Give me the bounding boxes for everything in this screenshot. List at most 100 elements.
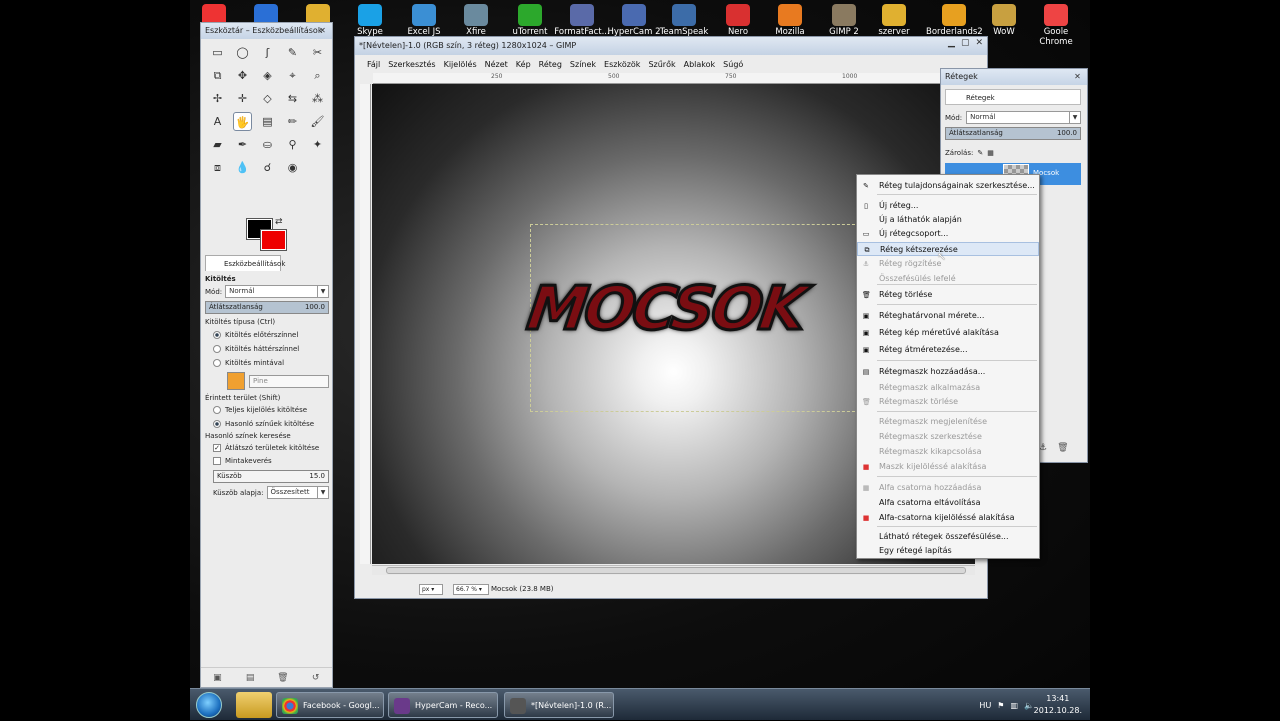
minimize-icon[interactable]: ▁ [948,38,955,48]
desktop-shortcut-icon[interactable]: Borderlands2 [926,0,983,37]
context-menu-item[interactable]: ▯ Új réteg... [857,199,1039,213]
taskbar-window-chrome[interactable]: Facebook - Googl... [276,692,384,718]
context-menu-item[interactable]: ▤ Rétegmaszk hozzáadása... [857,365,1039,379]
tool-button-icon[interactable]: ʃ [258,43,277,62]
delete-options-icon[interactable]: 🗑 [277,672,289,684]
desktop-shortcut-icon[interactable]: Nero [710,0,766,37]
context-menu-item[interactable]: ▣ Réteg átméretezése... [857,343,1039,357]
menu-item[interactable]: Nézet [481,57,512,73]
close-icon[interactable]: ✕ [317,25,328,36]
close-icon[interactable]: ✕ [1072,71,1083,82]
tool-button-icon[interactable] [308,158,327,177]
tool-button-icon[interactable]: ✏ [283,112,302,131]
reset-options-icon[interactable]: ↺ [310,672,322,684]
tool-button-icon[interactable]: ⚲ [283,135,302,154]
trash-icon[interactable]: 🗑 [1057,443,1068,453]
volume-icon[interactable]: 🔈 [1024,701,1034,710]
tool-button-icon[interactable]: ▰ [208,135,227,154]
tool-button-icon[interactable]: ⇆ [283,89,302,108]
menu-item[interactable]: Réteg [535,57,566,73]
context-menu-item[interactable]: Új a láthatók alapján [857,213,1039,227]
opacity-slider[interactable]: Átlátszatlanság 100.0 [205,301,329,314]
context-menu-item[interactable]: ▣ Réteg kép méretűvé alakítása [857,326,1039,340]
menu-item[interactable]: Kijelölés [440,57,481,73]
menu-item[interactable]: Eszközök [600,57,644,73]
menu-item[interactable]: Színek [566,57,600,73]
anchor-icon[interactable]: ⚓ [1039,443,1047,453]
fill-transparent-checkbox[interactable]: ✓ Átlátszó területek kitöltése [205,441,329,454]
desktop-shortcut-icon[interactable]: Goole Chrome [1028,0,1084,47]
desktop-shortcut-icon[interactable]: Excel JS [396,0,452,37]
taskbar-window-hypercam[interactable]: HyperCam - Reco... [388,692,498,718]
context-menu-item[interactable]: ■ Alfa-csatorna kijelöléssé alakítása [857,511,1039,525]
tool-button-icon[interactable]: ⌕ [308,66,327,85]
clock[interactable]: 13:41 2012.10.28. [1034,693,1082,717]
restore-options-icon[interactable]: ▤ [244,672,256,684]
tool-button-icon[interactable]: ◈ [258,66,277,85]
explorer-icon[interactable] [236,692,272,718]
tab-layers[interactable]: Rétegek [945,89,1081,105]
desktop-shortcut-icon[interactable]: uTorrent [502,0,558,37]
mode-select[interactable]: Normál ▼ [225,285,329,298]
tab-tool-options[interactable]: Eszközbeállítások [205,255,285,271]
affected-all-radio[interactable]: Teljes kijelölés kitöltése [205,403,329,417]
tool-button-icon[interactable]: ⧉ [208,66,227,85]
tool-button-icon[interactable]: ✢ [208,89,227,108]
maximize-icon[interactable]: ▢ [961,38,970,48]
zoom-select[interactable]: 66.7 % ▾ [453,584,489,595]
tool-button-icon[interactable]: ✒ [233,135,252,154]
fill-fg-radio[interactable]: Kitöltés előtérszínnel [205,328,329,342]
layers-mode-select[interactable]: Normál ▼ [966,111,1081,124]
threshold-basis-select[interactable]: Összesített ▼ [266,486,329,499]
fill-bg-radio[interactable]: Kitöltés háttérszínnel [205,342,329,356]
close-icon[interactable]: ✕ [975,38,983,48]
menu-item[interactable]: Fájl [363,57,384,73]
context-menu-item[interactable]: 🗑 Réteg törlése [857,288,1039,302]
color-swatches[interactable]: ⇄ [246,217,287,251]
tool-button-icon[interactable]: 🖐 [233,112,252,131]
layers-opacity-slider[interactable]: Átlátszatlanság 100.0 [945,127,1081,140]
tool-button-icon[interactable]: ⧈ [208,158,227,177]
unit-select[interactable]: px ▾ [419,584,443,595]
tool-button-icon[interactable]: ⌖ [283,66,302,85]
context-menu-item[interactable]: ▣ Réteghatárvonal mérete... [857,309,1039,323]
context-menu-item[interactable]: ⧉ Réteg kétszerezése [857,242,1039,256]
taskbar-window-gimp[interactable]: *[Névtelen]-1.0 (R... [504,692,614,718]
pattern-preview[interactable] [227,372,245,390]
menu-item[interactable]: Szerkesztés [384,57,439,73]
lock-pixels-icon[interactable]: ✎ [977,149,983,157]
menu-item[interactable]: Súgó [719,57,747,73]
menu-item[interactable]: Ablakok [680,57,720,73]
desktop-shortcut-icon[interactable]: HyperCam 2 [606,0,662,37]
tool-button-icon[interactable]: ✦ [308,135,327,154]
menu-item[interactable]: Szűrők [644,57,679,73]
tool-button-icon[interactable]: ✂ [308,43,327,62]
flag-icon[interactable]: ⚑ [997,701,1004,710]
tool-button-icon[interactable]: ◇ [258,89,277,108]
desktop-shortcut-icon[interactable]: Xfire [448,0,504,37]
tool-button-icon[interactable]: A [208,112,227,131]
language-indicator[interactable]: HU [979,701,991,710]
desktop-shortcut-icon[interactable]: FormatFact... [554,0,610,37]
tool-button-icon[interactable]: 🖌 [308,112,327,131]
tool-button-icon[interactable]: ✥ [233,66,252,85]
background-color[interactable] [260,229,287,251]
threshold-slider[interactable]: Küszöb 15.0 [213,470,329,483]
tool-button-icon[interactable]: ⁂ [308,89,327,108]
context-menu-item[interactable]: Alfa csatorna eltávolítása [857,496,1039,510]
save-options-icon[interactable]: ▣ [211,672,223,684]
tool-button-icon[interactable]: ✎ [283,43,302,62]
desktop-shortcut-icon[interactable]: Skype [342,0,398,37]
tool-button-icon[interactable]: ◉ [283,158,302,177]
tool-button-icon[interactable]: ▭ [208,43,227,62]
fill-pattern-radio[interactable]: Kitöltés mintával [205,356,329,370]
desktop-shortcut-icon[interactable]: GIMP 2 [816,0,872,37]
desktop-shortcut-icon[interactable]: szerver [866,0,922,37]
desktop-shortcut-icon[interactable]: Mozilla [762,0,818,37]
start-button[interactable] [196,692,222,718]
tool-button-icon[interactable]: 💧 [233,158,252,177]
lock-alpha-icon[interactable]: ▦ [987,149,994,157]
desktop-shortcut-icon[interactable]: WoW [976,0,1032,37]
tool-button-icon[interactable]: ▤ [258,112,277,131]
affected-similar-radio[interactable]: Hasonló színűek kitöltése [205,417,329,431]
